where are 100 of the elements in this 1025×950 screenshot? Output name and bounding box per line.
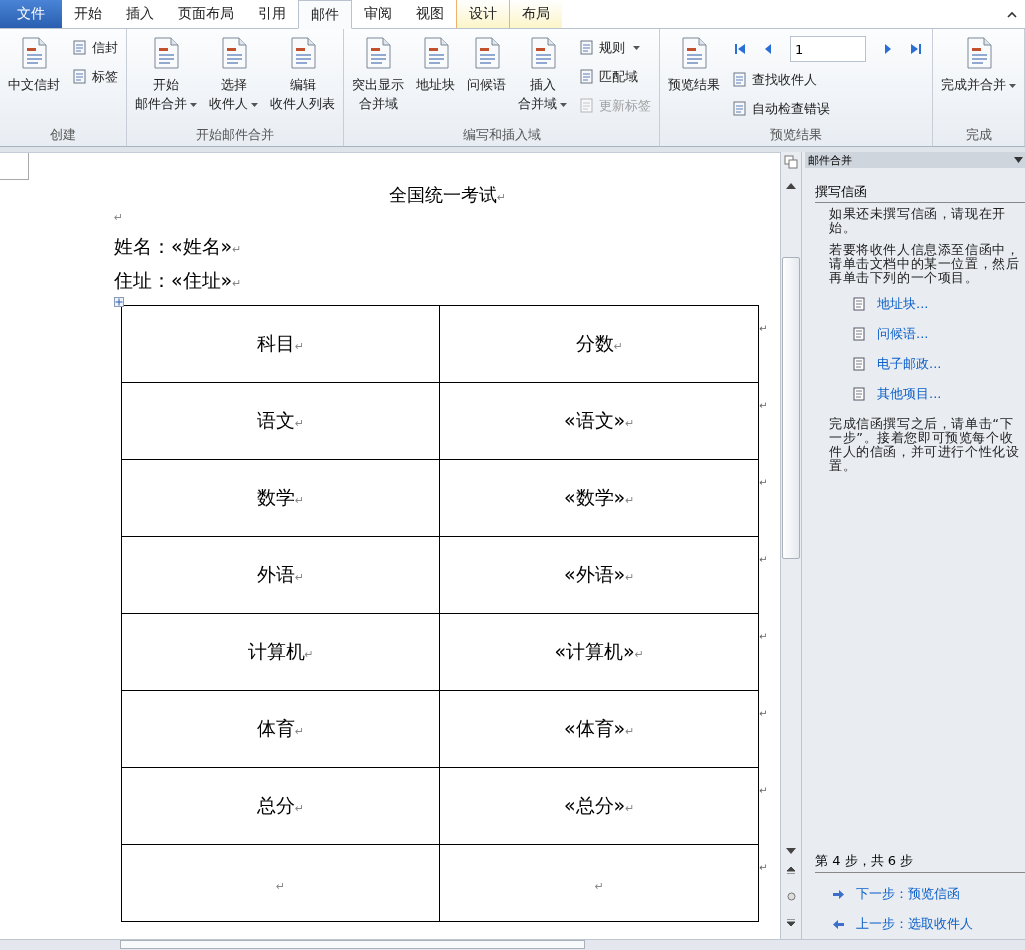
document-icon xyxy=(421,37,450,69)
ribbon-button[interactable]: 匹配域 xyxy=(575,62,655,91)
merge-field-line: 住址：«住址»↵ xyxy=(114,268,243,293)
table-move-handle-icon[interactable] xyxy=(114,297,124,307)
table-cell: ↵ xyxy=(439,844,759,922)
last-record-icon[interactable] xyxy=(910,43,922,55)
dropdown-caret-icon[interactable] xyxy=(1014,157,1023,163)
row-end-mark: ↵ xyxy=(759,861,768,873)
table-cell: 总分↵ xyxy=(121,767,440,845)
next-step-link[interactable]: 下一步：预览信函 xyxy=(856,885,960,903)
document-icon xyxy=(732,72,747,87)
ribbon-tab[interactable]: 插入 xyxy=(114,0,166,28)
right-arrow-icon xyxy=(833,889,844,899)
previous-page-icon[interactable] xyxy=(787,866,795,874)
document-icon xyxy=(579,98,594,113)
document-icon xyxy=(680,37,708,69)
ribbon-tab[interactable]: 布局 xyxy=(509,0,562,28)
ribbon-button[interactable]: 查找收件人 xyxy=(728,65,928,94)
collapse-ribbon-icon[interactable] xyxy=(1007,10,1017,18)
task-pane-title: 邮件合并 xyxy=(808,152,852,168)
row-end-mark: ↵ xyxy=(759,322,768,334)
ribbon-button[interactable]: 中文信封 xyxy=(4,33,64,98)
table-cell: «总分»↵ xyxy=(439,767,759,845)
scroll-thumb[interactable] xyxy=(120,940,585,949)
row-end-mark: ↵ xyxy=(759,476,768,488)
ribbon-button[interactable]: 突出显示 合并域 xyxy=(348,33,408,117)
table-cell: «计算机»↵ xyxy=(439,613,759,691)
first-record-icon[interactable] xyxy=(734,43,746,55)
ribbon-button[interactable]: 完成并合并 xyxy=(937,33,1020,98)
caret-icon xyxy=(251,102,258,107)
split-icon[interactable] xyxy=(784,155,798,169)
next-page-icon[interactable] xyxy=(787,919,795,927)
ribbon-tab[interactable]: 设计 xyxy=(456,0,509,28)
ribbon-tab[interactable]: 视图 xyxy=(404,0,456,28)
group-label: 预览结果 xyxy=(769,126,823,144)
caret-icon xyxy=(1009,83,1016,88)
caret-icon xyxy=(633,45,640,50)
ribbon-button[interactable]: 自动检查错误 xyxy=(728,94,928,123)
document-icon xyxy=(853,357,865,371)
document-icon xyxy=(528,37,557,69)
insert-field-link[interactable]: 问候语... xyxy=(877,325,929,343)
insert-field-link[interactable]: 其他项目... xyxy=(877,385,942,403)
ribbon-button[interactable]: 插入 合并域 xyxy=(514,33,571,117)
browse-object-icon[interactable] xyxy=(786,892,796,901)
document-icon xyxy=(364,37,392,69)
table-cell: 计算机↵ xyxy=(121,613,440,691)
table-cell: 语文↵ xyxy=(121,382,440,460)
document-icon xyxy=(72,69,87,84)
scroll-down-icon[interactable] xyxy=(786,848,796,854)
row-end-mark: ↵ xyxy=(759,630,768,642)
ribbon-button[interactable]: 问候语 xyxy=(463,33,510,98)
table-cell: «数学»↵ xyxy=(439,459,759,537)
insert-field-link[interactable]: 电子邮政... xyxy=(877,355,942,373)
table-cell: «体育»↵ xyxy=(439,690,759,768)
ribbon-button[interactable]: 选择 收件人 xyxy=(205,33,262,117)
instruction-text: 若要将收件人信息添至信函中，请单击文档中的某一位置，然后再单击下列的一个项目。 xyxy=(829,243,1021,285)
ribbon-button[interactable]: 预览结果 xyxy=(664,33,724,98)
ribbon-tab[interactable]: 页面布局 xyxy=(166,0,246,28)
row-end-mark: ↵ xyxy=(759,784,768,796)
row-end-mark: ↵ xyxy=(759,707,768,719)
ribbon-button[interactable]: 地址块 xyxy=(412,33,459,98)
previous-step-link[interactable]: 上一步：选取收件人 xyxy=(856,915,973,933)
caret-icon xyxy=(560,102,567,107)
ribbon-tab[interactable]: 开始 xyxy=(62,0,114,28)
document-icon xyxy=(853,297,865,311)
instruction-text: 如果还未撰写信函，请现在开始。 xyxy=(829,207,1007,235)
insert-field-link[interactable]: 地址块... xyxy=(877,295,929,313)
ribbon-button[interactable]: 编辑 收件人列表 xyxy=(266,33,339,117)
document-icon xyxy=(579,69,594,84)
caret-icon xyxy=(190,102,197,107)
table-cell: «外语»↵ xyxy=(439,536,759,614)
ribbon-tab[interactable]: 审阅 xyxy=(352,0,404,28)
document-icon xyxy=(853,327,865,341)
scroll-up-icon[interactable] xyxy=(786,183,796,189)
paragraph-mark: ↵ xyxy=(114,211,125,226)
ribbon-button[interactable]: 开始 邮件合并 xyxy=(131,33,201,117)
document-icon xyxy=(964,37,993,69)
ribbon-tab[interactable]: 文件 xyxy=(0,0,62,28)
vertical-scrollbar[interactable] xyxy=(780,152,802,939)
table-cell: «语文»↵ xyxy=(439,382,759,460)
table-cell: 外语↵ xyxy=(121,536,440,614)
document-icon xyxy=(72,40,87,55)
record-number-field[interactable]: 1 xyxy=(790,36,866,62)
group-label: 开始邮件合并 xyxy=(195,126,275,144)
table-cell: 科目↵ xyxy=(121,305,440,383)
ribbon-button[interactable]: 标签 xyxy=(68,62,122,91)
group-label: 创建 xyxy=(49,126,77,144)
table-cell: 体育↵ xyxy=(121,690,440,768)
scroll-thumb[interactable] xyxy=(782,257,800,559)
ribbon-button[interactable]: 规则 xyxy=(575,33,655,62)
document-icon xyxy=(288,37,317,69)
document-icon xyxy=(20,37,48,69)
ribbon-tab[interactable]: 邮件 xyxy=(298,0,352,29)
ribbon-tab[interactable]: 引用 xyxy=(246,0,298,28)
document-icon xyxy=(579,40,594,55)
ribbon-button[interactable]: 信封 xyxy=(68,33,122,62)
document-icon xyxy=(853,387,865,401)
horizontal-scrollbar[interactable] xyxy=(0,939,1025,950)
step-indicator: 第 4 步，共 6 步 xyxy=(815,852,1025,873)
table-cell: 数学↵ xyxy=(121,459,440,537)
